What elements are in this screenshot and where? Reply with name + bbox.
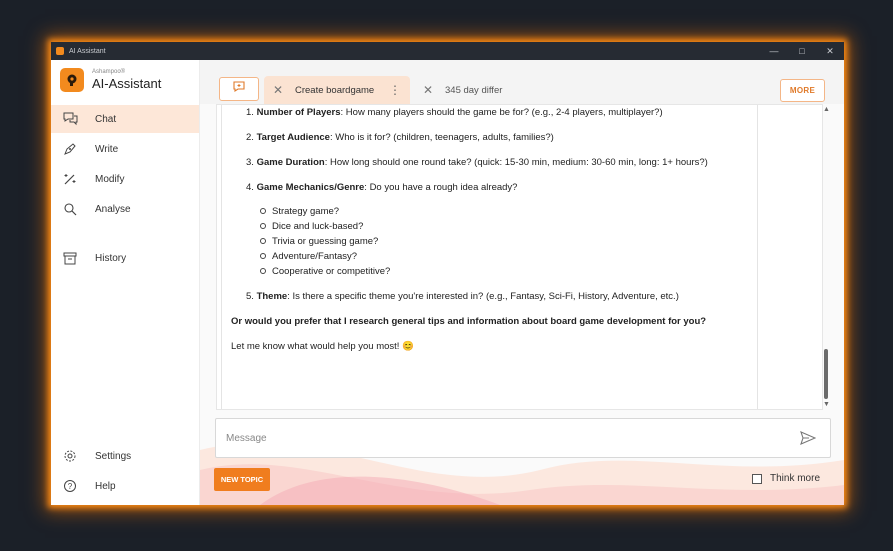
chat-bubbles-icon bbox=[62, 111, 78, 127]
list-item: 3. Game Duration: How long should one ro… bbox=[246, 157, 708, 168]
close-window-button[interactable]: ✕ bbox=[816, 42, 844, 60]
bullet-icon bbox=[260, 268, 266, 274]
sidebar-item-label: Chat bbox=[95, 113, 117, 125]
sidebar: Ashampoo® AI-Assistant Chat Write Modify bbox=[51, 60, 200, 505]
close-tab-icon[interactable]: ✕ bbox=[273, 83, 285, 97]
maximize-button[interactable]: □ bbox=[788, 42, 816, 60]
scroll-up-icon[interactable]: ▲ bbox=[823, 106, 830, 113]
tab-label: 345 day differ bbox=[445, 84, 503, 96]
sidebar-item-analyse[interactable]: Analyse bbox=[51, 195, 199, 223]
scroll-thumb[interactable] bbox=[824, 349, 828, 399]
brand-company: Ashampoo® bbox=[92, 69, 126, 75]
closing-text: Let me know what would help you most! 😊 bbox=[231, 341, 414, 352]
brain-logo-icon bbox=[60, 68, 84, 92]
list-item: 4. Game Mechanics/Genre: Do you have a r… bbox=[246, 182, 518, 193]
tab-menu-icon[interactable]: ⋮ bbox=[389, 83, 401, 97]
sidebar-item-label: Settings bbox=[95, 450, 132, 462]
new-topic-button[interactable]: NEW TOPIC bbox=[214, 468, 270, 491]
gear-icon bbox=[62, 448, 78, 464]
more-button[interactable]: MORE bbox=[780, 79, 825, 102]
app-icon bbox=[56, 47, 64, 55]
list-item: Trivia or guessing game? bbox=[272, 236, 379, 247]
assistant-message: 1. Number of Players: How many players s… bbox=[221, 105, 758, 409]
title-bar: AI Assistant — □ ✕ bbox=[51, 42, 844, 60]
magic-wand-icon bbox=[62, 171, 78, 187]
sidebar-item-label: Analyse bbox=[95, 203, 131, 215]
tab-345-day-differ[interactable]: ✕ 345 day differ bbox=[414, 76, 524, 104]
chat-scrollbar[interactable]: ▲ ▼ bbox=[821, 104, 831, 408]
follow-up-question: Or would you prefer that I research gene… bbox=[231, 316, 707, 327]
sidebar-item-label: Write bbox=[95, 143, 119, 155]
sidebar-item-settings[interactable]: Settings bbox=[51, 442, 199, 470]
scroll-down-icon[interactable]: ▼ bbox=[823, 401, 830, 408]
checkbox[interactable] bbox=[752, 473, 762, 484]
sidebar-item-label: Modify bbox=[95, 173, 125, 185]
think-more-label: Think more bbox=[770, 473, 821, 484]
chat-add-icon bbox=[232, 80, 246, 98]
sidebar-item-write[interactable]: Write bbox=[51, 135, 199, 163]
help-circle-icon: ? bbox=[62, 478, 78, 494]
window-title: AI Assistant bbox=[69, 47, 106, 55]
pen-icon bbox=[62, 141, 78, 157]
list-item: Adventure/Fantasy? bbox=[272, 251, 358, 262]
sidebar-item-modify[interactable]: Modify bbox=[51, 165, 199, 193]
main-panel: ✕ Create boardgame ⋮ ✕ 345 day differ MO… bbox=[200, 60, 844, 505]
bullet-icon bbox=[260, 223, 266, 229]
sidebar-item-help[interactable]: ? Help bbox=[51, 472, 199, 500]
new-chat-button[interactable] bbox=[219, 77, 259, 101]
list-item: Strategy game? bbox=[272, 206, 340, 217]
message-input[interactable] bbox=[224, 431, 798, 445]
think-more-toggle[interactable]: Think more bbox=[752, 473, 820, 484]
app-window: AI Assistant — □ ✕ Ashampoo® AI-Assistan… bbox=[51, 42, 844, 505]
sidebar-item-label: History bbox=[95, 252, 127, 264]
list-item: Dice and luck-based? bbox=[272, 221, 364, 232]
sidebar-item-label: Help bbox=[95, 480, 116, 492]
archive-box-icon bbox=[62, 250, 78, 266]
list-item: 1. Number of Players: How many players s… bbox=[246, 107, 663, 118]
sidebar-item-chat[interactable]: Chat bbox=[51, 105, 199, 133]
bullet-icon bbox=[260, 208, 266, 214]
bullet-icon bbox=[260, 238, 266, 244]
list-item: 5. Theme: Is there a specific theme you'… bbox=[246, 291, 679, 302]
message-box[interactable] bbox=[215, 418, 831, 458]
send-icon[interactable] bbox=[798, 428, 818, 448]
svg-text:?: ? bbox=[68, 482, 73, 491]
bullet-icon bbox=[260, 253, 266, 259]
tab-create-boardgame[interactable]: ✕ Create boardgame ⋮ bbox=[264, 76, 410, 104]
close-tab-icon[interactable]: ✕ bbox=[423, 83, 435, 97]
tab-bar: ✕ Create boardgame ⋮ ✕ 345 day differ MO… bbox=[200, 60, 844, 104]
search-icon bbox=[62, 201, 78, 217]
brand: Ashampoo® AI-Assistant bbox=[60, 67, 161, 93]
minimize-button[interactable]: — bbox=[760, 42, 788, 60]
list-item: Cooperative or competitive? bbox=[272, 266, 391, 277]
tab-label: Create boardgame bbox=[295, 84, 375, 96]
list-item: 2. Target Audience: Who is it for? (chil… bbox=[246, 132, 554, 143]
brand-product: AI-Assistant bbox=[92, 76, 162, 91]
sidebar-item-history[interactable]: History bbox=[51, 244, 199, 272]
chat-scroll-area[interactable]: 1. Number of Players: How many players s… bbox=[216, 104, 823, 410]
